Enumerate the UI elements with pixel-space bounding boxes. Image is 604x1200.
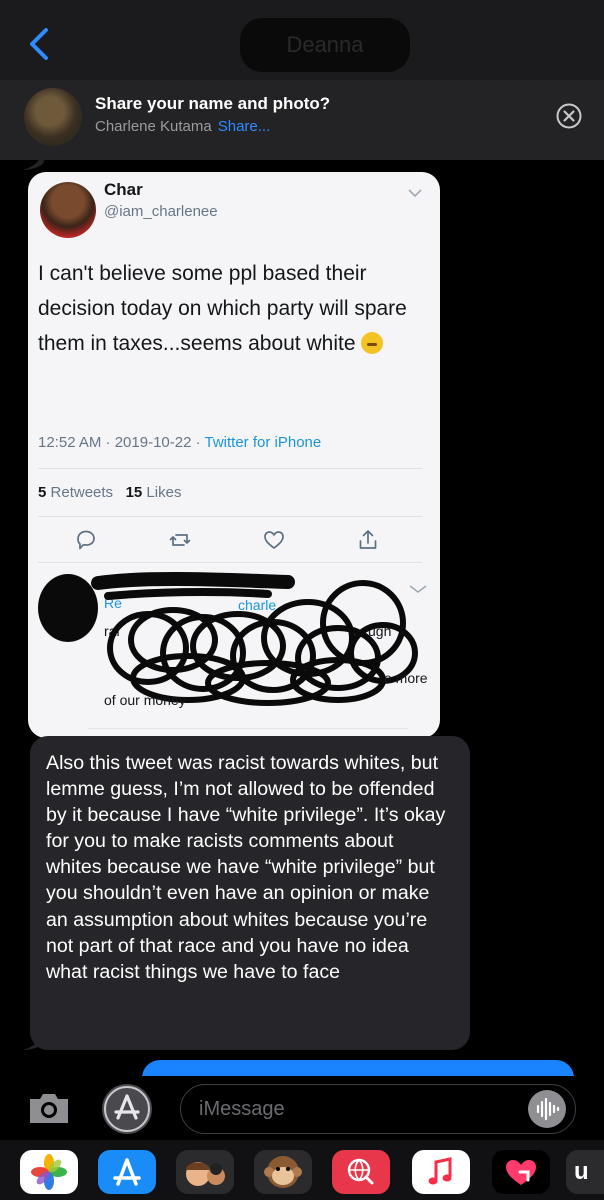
app-glyph-icon: u — [574, 1158, 589, 1185]
chevron-down-icon — [408, 189, 422, 198]
divider — [88, 728, 408, 729]
globe-search-icon — [347, 1158, 374, 1185]
app-store-button[interactable] — [102, 1084, 152, 1134]
share-icon — [359, 530, 377, 549]
camera-button[interactable] — [26, 1090, 72, 1126]
redaction-scribble: Re charle rai ugh — [38, 572, 427, 706]
web-images-app-button[interactable] — [332, 1150, 390, 1194]
share-title: Share your name and photo? — [95, 94, 331, 113]
memoji-app-button[interactable] — [176, 1150, 234, 1194]
share-name-banner: Share your name and photo? Charlene Kuta… — [0, 80, 604, 160]
received-message-bubble[interactable]: Also this tweet was racist towards white… — [30, 736, 470, 1050]
monkey-icon — [264, 1156, 302, 1188]
photos-app-button[interactable] — [20, 1150, 78, 1194]
tweet-client: Twitter for iPhone — [204, 434, 322, 451]
app-store-icon — [104, 1086, 150, 1132]
chevron-left-icon — [30, 28, 48, 60]
message-input[interactable] — [180, 1084, 576, 1134]
share-user-name: Charlene Kutama — [95, 118, 212, 135]
reply-fragment: e more — [384, 670, 428, 686]
tweet-author-handle: @iam_charlenee — [104, 203, 218, 220]
waveform-icon — [536, 1097, 560, 1121]
back-button[interactable] — [26, 26, 56, 62]
animoji-app-button[interactable] — [254, 1150, 312, 1194]
heart-touch-icon — [506, 1160, 536, 1185]
svg-text:charle: charle — [238, 597, 276, 613]
audio-message-button[interactable] — [528, 1090, 566, 1128]
music-app-button[interactable] — [412, 1150, 470, 1194]
memoji-icon — [186, 1162, 225, 1186]
bubble-tail — [22, 150, 44, 170]
divider — [38, 468, 422, 469]
tweet-time: 12:52 AM · 2019-10-22 · — [38, 434, 205, 451]
close-circle-icon — [556, 103, 582, 129]
likes-count: 15 — [125, 484, 143, 501]
tweet-screenshot: Char @iam_charlenee I can't believe some… — [28, 172, 440, 738]
shushing-face-icon — [361, 332, 384, 354]
tweet-stats: 5 Retweets 15 Likes — [38, 484, 181, 501]
tweet-timestamp: 12:52 AM · 2019-10-22 · Twitter for iPho… — [38, 434, 321, 451]
composer-bar — [0, 1076, 604, 1140]
avatar — [24, 88, 82, 146]
likes-label: Likes — [146, 484, 182, 501]
divider — [38, 516, 422, 517]
more-apps-button[interactable]: u — [566, 1150, 604, 1194]
bubble-tail — [22, 1030, 44, 1050]
conversation-header: Deanna Share your name and photo? Charle… — [0, 0, 604, 160]
divider — [38, 562, 422, 563]
app-store-drawer-button[interactable] — [98, 1150, 156, 1194]
retweets-label: Retweets — [50, 484, 114, 501]
share-link[interactable]: Share... — [218, 118, 271, 135]
close-banner-button[interactable] — [555, 102, 583, 130]
retweet-icon — [169, 534, 191, 546]
photos-icon — [31, 1154, 67, 1190]
tweet-body: I can't believe some ppl based their dec… — [38, 262, 407, 355]
app-drawer: u — [0, 1140, 604, 1200]
retweets-count: 5 — [38, 484, 47, 501]
message-text: Also this tweet was racist towards white… — [46, 752, 446, 983]
image-attachment[interactable]: Char @iam_charlenee I can't believe some… — [28, 172, 440, 738]
camera-icon — [30, 1094, 68, 1123]
reply-icon — [77, 530, 95, 550]
heart-icon — [264, 531, 284, 549]
reply-fragment: of our money — [104, 692, 186, 708]
digital-touch-app-button[interactable] — [492, 1150, 550, 1194]
share-subtitle: Charlene Kutama Share... — [95, 118, 270, 135]
music-note-icon — [428, 1157, 452, 1185]
tweet-author-name: Char — [104, 180, 143, 199]
contact-name[interactable]: Deanna — [240, 18, 410, 72]
app-store-icon — [113, 1158, 141, 1186]
tweet-text: I can't believe some ppl based their dec… — [38, 256, 428, 361]
tweet-avatar — [40, 182, 96, 238]
